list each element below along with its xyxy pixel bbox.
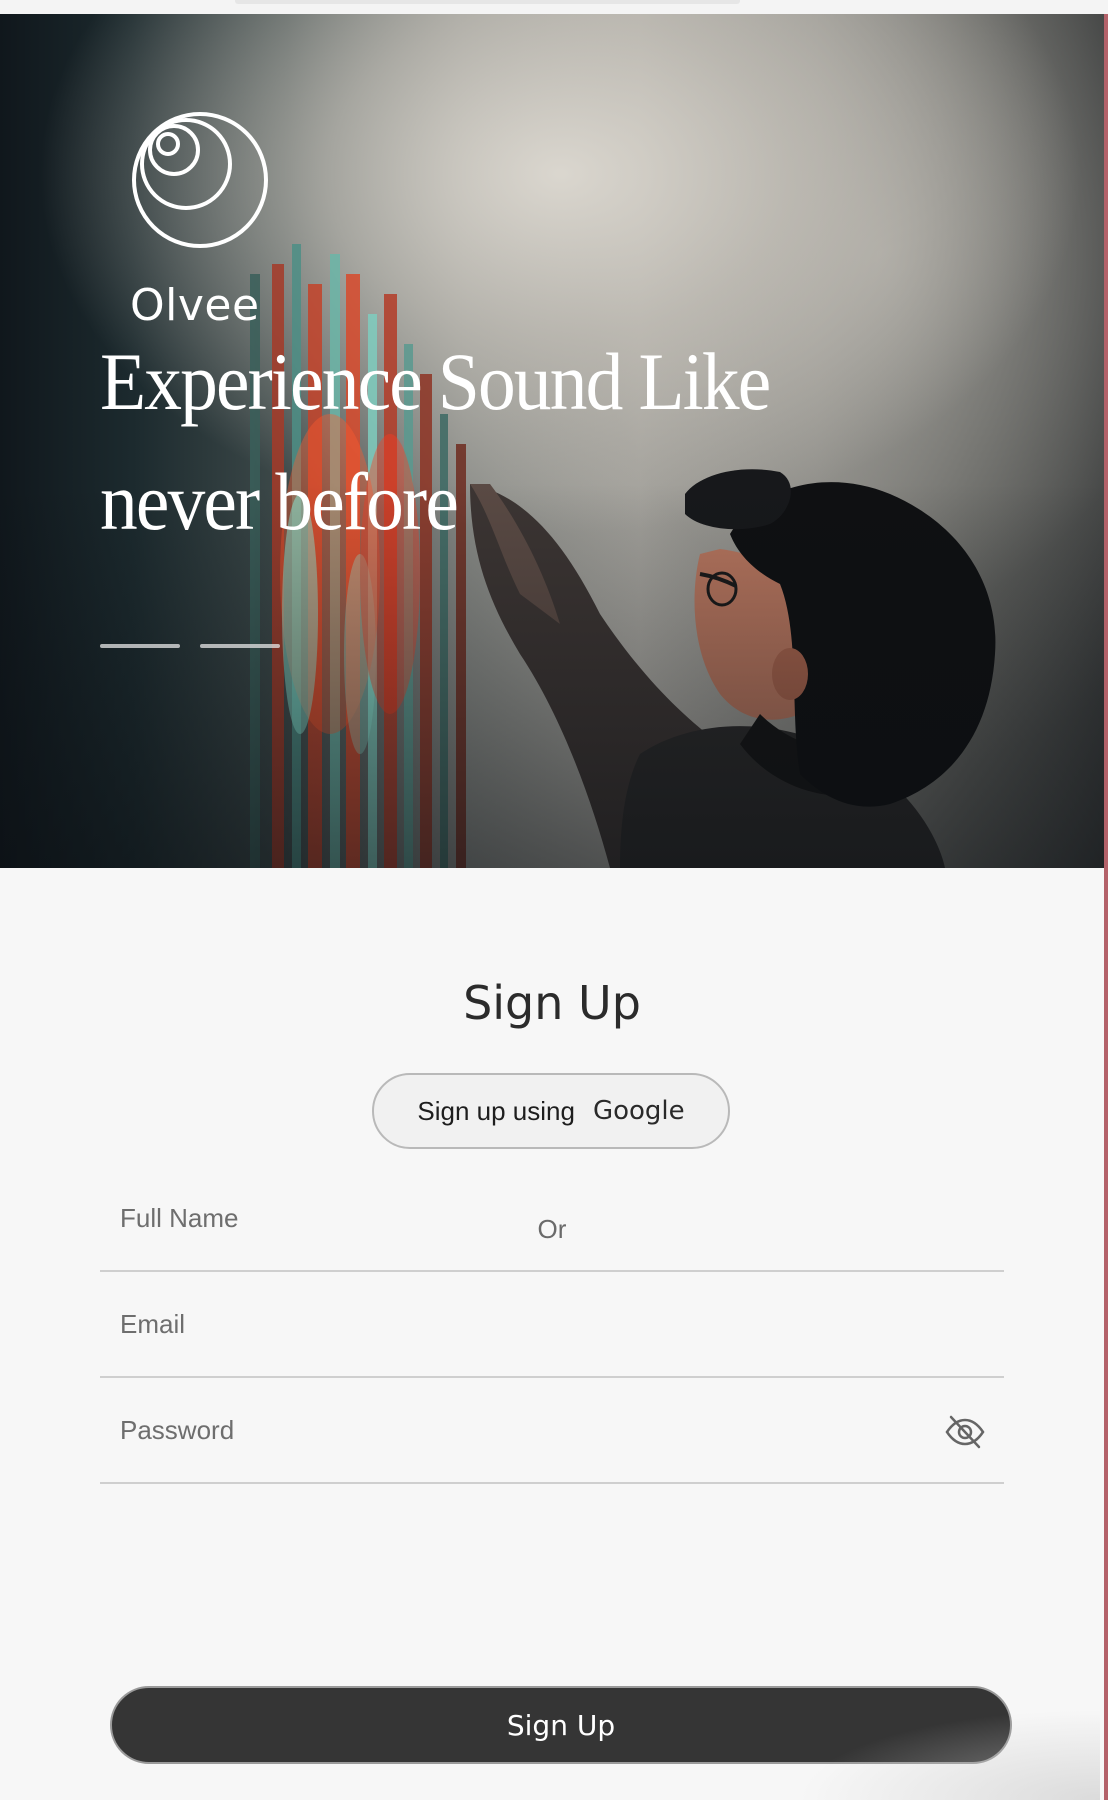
hero-headline: Experience Sound Like never before	[100, 322, 799, 562]
signup-submit-button[interactable]: Sign Up	[110, 1686, 1012, 1764]
google-wordmark: Google	[592, 1096, 685, 1126]
carousel-indicators	[100, 644, 280, 648]
email-input[interactable]	[100, 1272, 1004, 1376]
carousel-indicator-2[interactable]	[200, 644, 280, 648]
eye-slash-icon[interactable]	[944, 1412, 986, 1452]
email-field	[100, 1272, 1004, 1378]
hero-headline-line-2: never before	[100, 456, 459, 547]
hero-banner: Olvee Experience Sound Like never before	[0, 14, 1104, 868]
carousel-indicator-1[interactable]	[100, 644, 180, 648]
window-edge	[1104, 14, 1108, 1800]
password-field	[100, 1378, 1004, 1484]
password-input[interactable]	[100, 1378, 1004, 1482]
hero-headline-line-1: Experience Sound Like	[100, 336, 771, 427]
signup-form: Sign Up Sign up using Google Or Sign Up	[0, 868, 1104, 1800]
window-drag-handle[interactable]	[235, 0, 740, 4]
google-signup-label: Sign up using	[417, 1095, 575, 1126]
full-name-field	[100, 1166, 1004, 1272]
google-signup-button[interactable]: Sign up using Google	[372, 1073, 730, 1149]
concentric-circles-logo-icon	[132, 112, 268, 248]
window-top-bar	[0, 0, 1108, 15]
form-title: Sign Up	[463, 976, 641, 1030]
full-name-input[interactable]	[100, 1166, 1004, 1270]
